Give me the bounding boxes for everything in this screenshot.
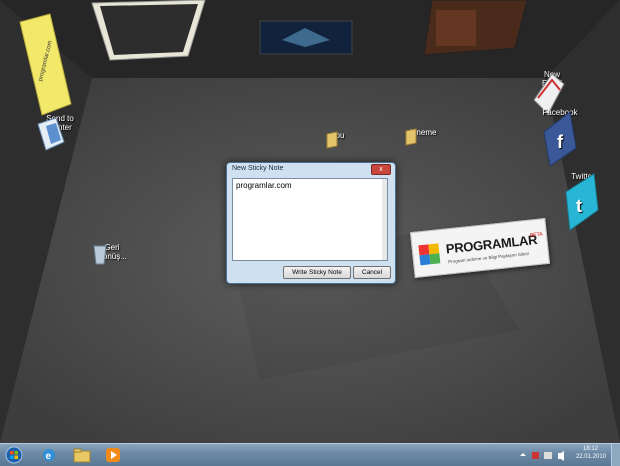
- clock-date[interactable]: 22.01.2010: [576, 454, 606, 460]
- sticky-note-textarea[interactable]: programlar.com: [232, 178, 388, 261]
- wall-photo-frame-3[interactable]: [423, 0, 528, 56]
- taskbar-ie-button[interactable]: e: [40, 446, 60, 464]
- printer-icon: [37, 117, 65, 151]
- svg-text:t: t: [576, 196, 582, 216]
- twitter-item[interactable]: t Twitter: [560, 172, 606, 231]
- bumptop-room: programlar.com Send to Printer Geri Dönü…: [0, 0, 620, 443]
- cancel-button[interactable]: Cancel: [353, 266, 391, 279]
- send-to-printer-icon-item[interactable]: Send to Printer: [34, 114, 86, 151]
- new-sticky-note-dialog: New Sticky Note x programlar.com Write S…: [226, 162, 396, 284]
- media-player-icon: [106, 448, 120, 462]
- folder-bu-item[interactable]: bu: [325, 131, 355, 149]
- sticky-note-text: programlar.com: [236, 181, 292, 190]
- explorer-icon: [73, 448, 91, 463]
- clock-time[interactable]: 18:12: [583, 446, 598, 452]
- facebook-icon: f: [543, 111, 577, 167]
- recycle-bin-icon: [93, 245, 107, 265]
- action-center-icon: [532, 452, 539, 459]
- banner-badge: BETA: [529, 231, 543, 239]
- folder-deneme-item[interactable]: deneme: [404, 128, 440, 146]
- taskbar-media-player-button[interactable]: [104, 446, 124, 464]
- tray-icons: [520, 451, 564, 461]
- programlar-logo-icon: [418, 243, 441, 266]
- start-button[interactable]: [4, 446, 26, 464]
- show-desktop-button[interactable]: [611, 444, 620, 466]
- folder-icon: [326, 131, 338, 149]
- dialog-close-button[interactable]: x: [371, 164, 391, 175]
- tray-expand-icon: [520, 453, 526, 456]
- svg-text:f: f: [557, 132, 564, 152]
- twitter-icon: t: [565, 173, 599, 231]
- facebook-item[interactable]: f Facebook: [540, 108, 580, 167]
- folder-icon: [405, 128, 417, 146]
- dialog-title: New Sticky Note: [232, 165, 284, 172]
- taskbar: e 18:12 22.01.2010: [0, 443, 620, 466]
- recycle-bin-icon-item[interactable]: Geri Dönüş...: [90, 243, 134, 265]
- start-orb-icon: [5, 446, 23, 464]
- wall-photo-frame-2[interactable]: [259, 20, 353, 55]
- taskbar-explorer-button[interactable]: [72, 446, 94, 464]
- new-email-item[interactable]: New Email: [530, 70, 574, 115]
- volume-icon: [558, 451, 564, 461]
- svg-text:e: e: [46, 451, 52, 462]
- wall-photo-frame-1[interactable]: [91, 0, 206, 61]
- network-icon: [544, 452, 552, 459]
- ie-icon: e: [43, 449, 55, 462]
- system-tray: [518, 446, 576, 464]
- write-sticky-note-button[interactable]: Write Sticky Note: [283, 266, 351, 279]
- textarea-scrollbar[interactable]: [382, 179, 387, 260]
